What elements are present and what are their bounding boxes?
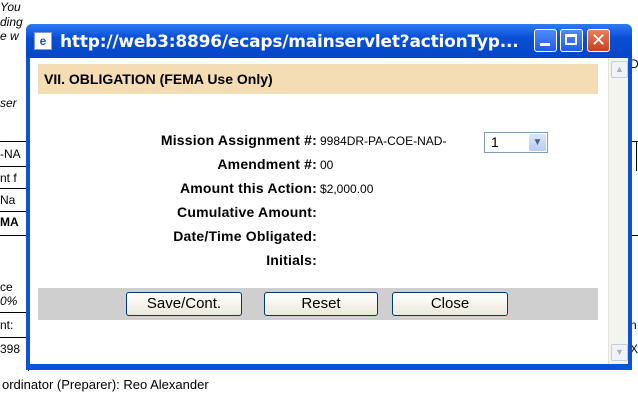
field-date-time-obligated: Date/Time Obligated:	[38, 228, 317, 248]
bg-fragment: MA	[0, 215, 19, 229]
bg-rule	[0, 188, 28, 189]
field-mission-assignment: Mission Assignment #:	[38, 132, 317, 152]
bg-fragment: nt:	[0, 318, 14, 332]
section-header: VII. OBLIGATION (FEMA Use Only)	[38, 64, 598, 94]
minimize-icon	[540, 43, 550, 46]
mission-assignment-label: Mission Assignment #:	[160, 132, 317, 148]
date-time-obligated-label: Date/Time Obligated:	[173, 228, 317, 244]
amount-this-action-label: Amount this Action:	[179, 180, 317, 196]
scroll-down-icon[interactable]: ▼	[611, 344, 628, 361]
window-title: http://web3:8896/ecaps/mainservlet?actio…	[60, 32, 519, 52]
bg-fragment: nt f	[0, 171, 17, 185]
bg-fragment: 398	[0, 342, 21, 356]
ie-icon: e	[34, 32, 52, 50]
bg-rule	[0, 235, 28, 236]
scroll-up-icon[interactable]: ▲	[611, 61, 628, 78]
bg-footer-text: ordinator (Preparer): Reo Alexander	[2, 377, 209, 392]
initials-label: Initials:	[266, 252, 317, 268]
bg-rule	[0, 312, 28, 313]
bg-rule	[636, 141, 637, 171]
chevron-down-icon[interactable]: ▼	[529, 134, 546, 151]
bg-rule	[0, 166, 28, 167]
bg-rule	[0, 141, 28, 142]
window-titlebar[interactable]: e http://web3:8896/ecaps/mainservlet?act…	[26, 24, 632, 58]
field-amount-this-action: Amount this Action:	[38, 180, 317, 200]
minimize-button[interactable]	[534, 29, 557, 52]
close-button[interactable]: Close	[392, 292, 508, 316]
save-continue-button[interactable]: Save/Cont.	[126, 292, 242, 316]
field-amendment: Amendment #:	[38, 156, 317, 176]
mission-assignment-select[interactable]: 1 ▼	[484, 132, 548, 153]
bg-fragment: Na	[0, 193, 16, 207]
window-close-button[interactable]: ✕	[587, 29, 610, 52]
bg-rule	[0, 337, 28, 338]
close-icon: ✕	[590, 30, 607, 51]
field-initials: Initials:	[38, 252, 317, 272]
button-bar: Save/Cont. Reset Close	[38, 288, 598, 320]
bg-rule	[0, 211, 28, 212]
maximize-button[interactable]	[560, 29, 583, 52]
select-value: 1	[491, 134, 499, 150]
cumulative-amount-label: Cumulative Amount:	[177, 204, 317, 220]
bg-fragment: ser	[0, 96, 17, 110]
bg-fragment: ce	[0, 280, 13, 294]
maximize-icon	[565, 34, 577, 45]
bg-fragment: 0%	[0, 294, 18, 308]
window-content: VII. OBLIGATION (FEMA Use Only) Mission …	[30, 58, 628, 364]
bg-fragment: ding	[0, 15, 23, 29]
bg-fragment: -NA	[0, 147, 21, 161]
amendment-label: Amendment #:	[217, 156, 317, 172]
bg-fragment: You	[0, 0, 21, 14]
popup-window: e http://web3:8896/ecaps/mainservlet?act…	[26, 24, 632, 370]
reset-button[interactable]: Reset	[264, 292, 378, 316]
bg-fragment: e w	[0, 29, 19, 43]
field-cumulative-amount: Cumulative Amount:	[38, 204, 317, 224]
vertical-scrollbar[interactable]: ▲ ▼	[608, 58, 628, 364]
